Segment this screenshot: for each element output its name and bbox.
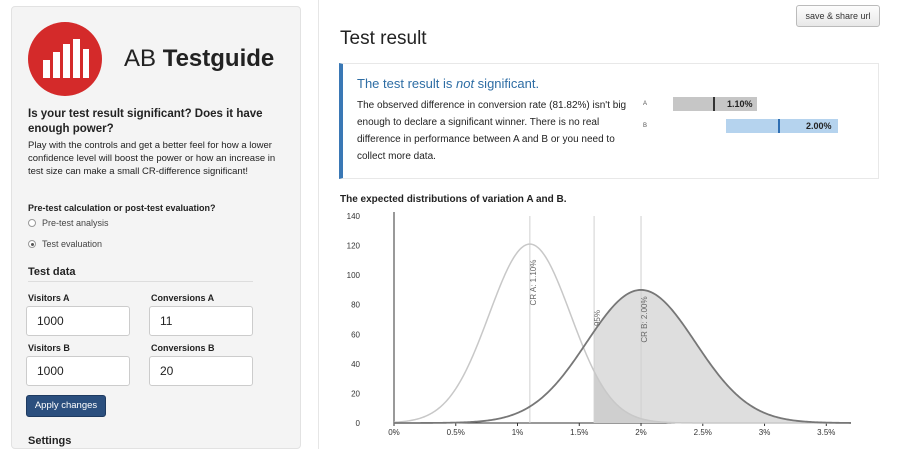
- conversions-b-input[interactable]: 20: [149, 356, 253, 386]
- bar-b-value: 2.00%: [806, 121, 832, 131]
- y-tick-label: 120: [347, 242, 361, 251]
- x-tick-label: 1%: [512, 428, 524, 437]
- conversions-b-label: Conversions B: [151, 343, 215, 353]
- calc-mode-label: Pre-test calculation or post-test evalua…: [28, 203, 216, 213]
- logo-text: AB Testguide: [124, 45, 275, 72]
- result-panel: The test result is not significant. The …: [339, 63, 879, 179]
- logo[interactable]: AB Testguide: [28, 22, 288, 102]
- x-tick-label: 3.5%: [817, 428, 835, 437]
- conversions-a-input[interactable]: 11: [149, 306, 253, 336]
- visitors-a-label: Visitors A: [28, 293, 70, 303]
- radio-pre-test-label: Pre-test analysis: [42, 218, 109, 228]
- chart-title: The expected distributions of variation …: [340, 194, 567, 205]
- y-tick-label: 60: [351, 330, 360, 339]
- result-description: The observed difference in conversion ra…: [357, 100, 627, 162]
- cr-b-label: CR B: 2.00%: [640, 296, 649, 342]
- x-tick-label: 1.5%: [570, 428, 588, 437]
- threshold-label: 95%: [593, 310, 602, 326]
- apply-changes-button[interactable]: Apply changes: [26, 395, 106, 417]
- settings-title[interactable]: Settings: [28, 435, 71, 447]
- y-tick-label: 20: [351, 389, 360, 398]
- question-description: Play with the controls and get a better …: [28, 140, 276, 177]
- y-tick-label: 100: [347, 271, 361, 280]
- visitors-b-label: Visitors B: [28, 343, 70, 353]
- result-heading: The test result is not significant.: [357, 76, 540, 91]
- x-tick-label: 2.5%: [694, 428, 712, 437]
- divider: [28, 281, 253, 282]
- bar-a-value: 1.10%: [727, 99, 753, 109]
- x-tick-label: 0%: [388, 428, 400, 437]
- bar-a-label: A: [643, 101, 648, 107]
- column-divider: [318, 0, 319, 449]
- radio-test-evaluation[interactable]: Test evaluation: [28, 239, 102, 249]
- distribution-chart: 0 20 40 60 80 100 120 140 0% 0.5% 1% 1.5% 2% 2.5% 3% 3.…: [347, 212, 851, 437]
- sidebar: AB Testguide Is your test result signifi…: [11, 6, 301, 449]
- visitors-a-input[interactable]: 1000: [26, 306, 130, 336]
- x-tick-label: 0.5%: [447, 428, 465, 437]
- page-title: Test result: [340, 28, 427, 49]
- save-share-url-button[interactable]: save & share url: [796, 5, 880, 27]
- bar-b-label: B: [643, 123, 648, 129]
- y-tick-label: 40: [351, 360, 360, 369]
- y-tick-label: 0: [356, 419, 361, 428]
- test-data-title: Test data: [28, 266, 76, 278]
- x-tick-label: 3%: [759, 428, 771, 437]
- visitors-b-input[interactable]: 1000: [26, 356, 130, 386]
- power-area: [594, 289, 851, 423]
- radio-pre-test[interactable]: Pre-test analysis: [28, 218, 109, 228]
- radio-test-evaluation-label: Test evaluation: [42, 239, 103, 249]
- y-tick-label: 140: [347, 212, 361, 221]
- bar-b-marker: [778, 119, 780, 133]
- y-tick-label: 80: [351, 301, 360, 310]
- radio-checked-icon[interactable]: [28, 240, 36, 248]
- question-heading: Is your test result significant? Does it…: [28, 108, 263, 135]
- cr-a-label: CR A: 1.10%: [529, 260, 538, 306]
- bar-a-marker: [713, 97, 715, 111]
- conversions-a-label: Conversions A: [151, 293, 215, 303]
- logo-chart-icon: [28, 22, 102, 96]
- radio-unchecked-icon[interactable]: [28, 219, 36, 227]
- x-tick-label: 2%: [635, 428, 647, 437]
